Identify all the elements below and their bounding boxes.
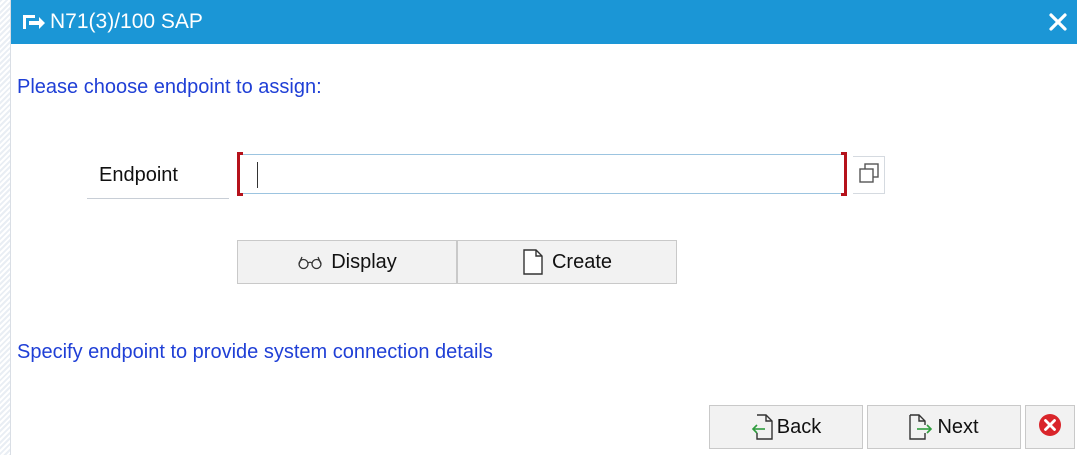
window-title: N71(3)/100 SAP bbox=[50, 10, 203, 33]
display-button[interactable]: Display bbox=[237, 240, 457, 284]
next-button[interactable]: Next bbox=[867, 405, 1021, 449]
next-arrow-icon bbox=[909, 414, 933, 440]
text-cursor bbox=[257, 162, 258, 188]
create-button[interactable]: Create bbox=[457, 240, 677, 284]
endpoint-label: Endpoint bbox=[99, 164, 178, 186]
cancel-button[interactable] bbox=[1025, 405, 1075, 449]
close-icon[interactable] bbox=[1045, 9, 1071, 35]
back-arrow-icon bbox=[751, 414, 773, 440]
hint-text: Specify endpoint to provide system conne… bbox=[17, 341, 493, 363]
required-bracket-left bbox=[237, 152, 243, 196]
value-help-button[interactable] bbox=[853, 156, 885, 194]
value-help-icon bbox=[858, 162, 880, 189]
background-edge bbox=[0, 0, 11, 455]
title-bar: N71(3)/100 SAP bbox=[11, 0, 1077, 44]
dialog-window: N71(3)/100 SAP Please choose endpoint to… bbox=[11, 0, 1077, 455]
next-button-label: Next bbox=[937, 415, 979, 438]
cancel-icon bbox=[1038, 413, 1062, 442]
endpoint-field-row: Endpoint bbox=[87, 152, 887, 200]
dialog-arrow-icon bbox=[22, 12, 46, 32]
back-button-label: Back bbox=[776, 415, 822, 438]
display-button-label: Display bbox=[331, 250, 397, 273]
new-document-icon bbox=[522, 249, 544, 275]
create-button-label: Create bbox=[551, 250, 613, 273]
endpoint-label-cell: Endpoint bbox=[87, 152, 229, 199]
required-bracket-right bbox=[841, 152, 847, 196]
endpoint-input[interactable] bbox=[237, 154, 847, 194]
glasses-icon bbox=[297, 254, 323, 270]
prompt-text: Please choose endpoint to assign: bbox=[17, 76, 322, 98]
back-button[interactable]: Back bbox=[709, 405, 863, 449]
